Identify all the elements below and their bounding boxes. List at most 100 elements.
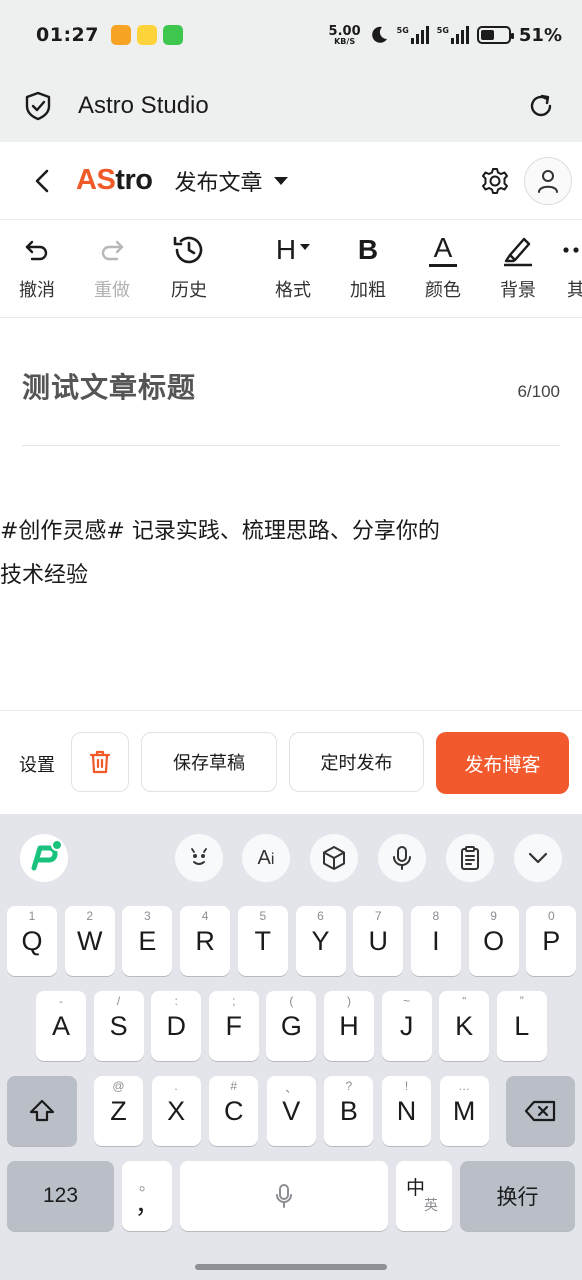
key-l[interactable]: ” L (496, 991, 547, 1061)
key-z[interactable]: @ Z (94, 1076, 143, 1146)
home-indicator[interactable] (195, 1264, 387, 1270)
background-color-label: 背景 (500, 280, 536, 301)
key-label: R (195, 925, 215, 956)
key-v[interactable]: 、 V (266, 1076, 316, 1146)
format-label: 格式 (275, 280, 311, 301)
collapse-keyboard-button[interactable] (514, 834, 562, 882)
avatar[interactable] (524, 156, 572, 205)
key-r[interactable]: 4R (180, 906, 231, 976)
key-j[interactable]: ~ J (381, 991, 432, 1061)
article-title[interactable]: 测试文章标题 (22, 366, 196, 406)
voice-button[interactable] (378, 834, 426, 882)
bold-icon: B (357, 234, 379, 265)
history-icon (173, 236, 203, 264)
key-o[interactable]: 9O (468, 906, 519, 976)
keyboard-app-icon[interactable] (20, 834, 68, 882)
key-secondary-label: 6 (317, 909, 324, 923)
key-s[interactable]: / S (93, 991, 144, 1061)
key-k[interactable]: “K (439, 991, 490, 1061)
numbers-key[interactable]: 123 (7, 1161, 114, 1231)
page-type-dropdown[interactable]: 发布文章 (174, 165, 289, 197)
key-c[interactable]: # C (209, 1076, 259, 1146)
app-notification-icon (136, 25, 157, 45)
shield-check-icon[interactable] (22, 90, 54, 122)
key-d[interactable]: :D (151, 991, 202, 1061)
bold-button[interactable]: B 加粗 (338, 230, 398, 302)
backspace-icon (524, 1100, 555, 1122)
signal-1: 5G (397, 26, 429, 44)
undo-button[interactable]: 撤消 (7, 230, 67, 302)
key-secondary-label: @ (112, 1079, 125, 1093)
redo-button[interactable]: 重做 (82, 230, 142, 302)
keyboard: Ai 1 Q 2 W 3 E 4 R 5 T 6 Y 7 U 8 I 9 O 0 P - A / S: D; F(G) H ~ J “K”… (0, 814, 582, 1280)
key-label: L (514, 1010, 530, 1041)
article-body-editor[interactable]: #创作灵感# 记录实践、梳理思路、分享你的 技术经验 (0, 510, 560, 598)
browser-title: Astro Studio (78, 92, 209, 119)
history-label: 历史 (171, 280, 207, 301)
language-switch-key[interactable]: 中 英 (396, 1161, 452, 1231)
browser-bar: Astro Studio (0, 70, 582, 142)
key-m[interactable]: … M (439, 1076, 489, 1146)
ai-icon: Ai (257, 846, 275, 869)
key-label: A (51, 1010, 70, 1041)
ime-logo-icon (31, 839, 63, 871)
save-draft-button[interactable]: 保存草稿 (141, 732, 277, 792)
key-x[interactable]: .X (151, 1076, 201, 1146)
key-w[interactable]: 2W (64, 906, 115, 976)
key-p[interactable]: 0P (526, 906, 577, 976)
gear-icon[interactable] (480, 166, 510, 196)
ai-button[interactable]: Ai (242, 834, 290, 882)
key-secondary-label: “ (462, 994, 467, 1008)
key-q[interactable]: 1Q (7, 906, 57, 976)
reload-icon[interactable] (526, 91, 556, 121)
key-e[interactable]: 3E (122, 906, 173, 976)
publish-button[interactable]: 发布博客 (436, 732, 569, 794)
key-label: M (452, 1095, 476, 1126)
key-t[interactable]: 5T (237, 906, 288, 976)
highlight-icon (504, 237, 532, 267)
moon-icon (371, 26, 387, 43)
enter-key[interactable]: 换行 (460, 1161, 575, 1231)
clipboard-button[interactable] (446, 834, 494, 882)
background-color-button[interactable]: 背景 (488, 230, 548, 302)
heading-icon: H (275, 234, 297, 265)
key-label: C (223, 1095, 244, 1126)
undo-label: 撤消 (19, 280, 55, 301)
emoji-button[interactable] (175, 834, 223, 882)
punctuation-key[interactable]: 。 ， (122, 1161, 172, 1231)
signal-2: 5G (437, 26, 469, 44)
key-a[interactable]: -A (36, 991, 86, 1061)
history-button[interactable]: 历史 (159, 230, 219, 302)
key-secondary-label: ” (519, 994, 524, 1008)
key-label: J (399, 1010, 414, 1041)
key-f[interactable]: ; F (208, 991, 259, 1061)
toolbox-button[interactable] (310, 834, 358, 882)
key-g[interactable]: (G (266, 991, 317, 1061)
body-line: 技术经验 (0, 563, 89, 588)
title-field[interactable]: 测试文章标题 6/100 (22, 366, 560, 446)
format-button[interactable]: H 格式 (263, 230, 323, 302)
key-n[interactable]: ! N (382, 1076, 431, 1146)
key-y[interactable]: 6Y (295, 906, 346, 976)
schedule-publish-button[interactable]: 定时发布 (289, 732, 424, 792)
key-secondary-label: … (458, 1079, 471, 1093)
key-h[interactable]: ) H (324, 991, 374, 1061)
key-secondary-label: # (230, 1079, 238, 1093)
key-secondary-label: 0 (547, 909, 555, 923)
delete-button[interactable] (71, 732, 129, 792)
back-icon[interactable] (30, 167, 54, 195)
key-secondary-label: . (174, 1079, 178, 1093)
key-b[interactable]: ? B (324, 1076, 374, 1146)
key-u[interactable]: 7U (353, 906, 404, 976)
space-key[interactable] (180, 1161, 388, 1231)
settings-button[interactable]: 设置 (19, 751, 55, 777)
network-speed: 5.00 KB/S (328, 23, 361, 46)
backspace-key[interactable] (506, 1076, 575, 1146)
shift-key[interactable] (7, 1076, 77, 1146)
action-bar: 设置 保存草稿 定时发布 发布博客 (0, 710, 582, 814)
more-button[interactable]: 其 (546, 230, 582, 302)
astro-logo[interactable]: AStro (76, 164, 153, 197)
key-i[interactable]: 8I (410, 906, 461, 976)
text-color-button[interactable]: A 颜色 (413, 230, 473, 302)
key-secondary-label: 2 (86, 909, 94, 923)
